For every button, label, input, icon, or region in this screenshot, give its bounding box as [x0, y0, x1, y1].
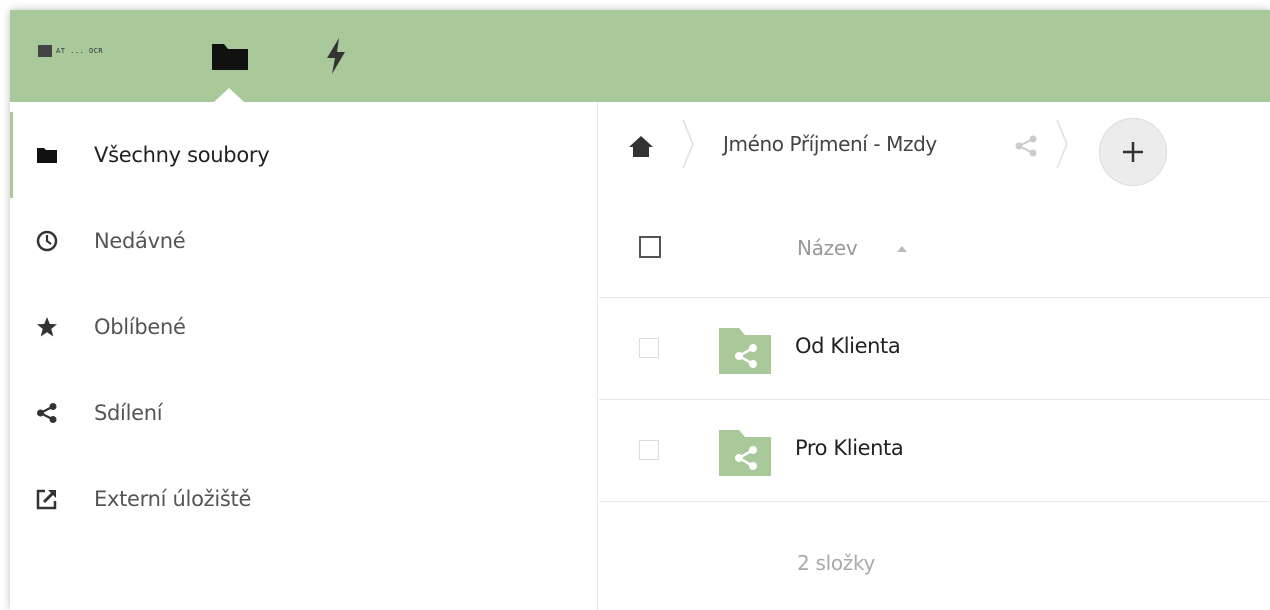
- row-checkbox[interactable]: [639, 440, 659, 460]
- table-row[interactable]: Od Klienta: [599, 298, 1270, 400]
- logo[interactable]: AT ... OCR: [38, 42, 140, 60]
- active-app-indicator: [214, 88, 244, 102]
- breadcrumb: Jméno Příjmení - Mzdy: [599, 102, 1270, 190]
- table-header: Název: [599, 200, 1270, 298]
- sidebar-item-favorites[interactable]: Oblíbené: [10, 284, 598, 370]
- breadcrumb-separator: [682, 119, 694, 169]
- breadcrumb-separator: [1056, 119, 1068, 169]
- folder-icon: [212, 44, 248, 70]
- activity-app-button[interactable]: [316, 36, 356, 76]
- sidebar-item-label: Nedávné: [94, 229, 186, 253]
- share-icon[interactable]: [1013, 134, 1041, 158]
- folder-icon: [36, 144, 58, 166]
- shared-folder-icon: [717, 426, 773, 478]
- folder-count-summary: 2 složky: [797, 551, 876, 575]
- sidebar-item-all-files[interactable]: Všechny soubory: [10, 112, 598, 198]
- column-header-name[interactable]: Název: [797, 236, 858, 260]
- files-app-window: AT ... OCR Všechny soubory Nedávné Oblíb…: [10, 10, 1270, 610]
- files-app-button[interactable]: [210, 36, 250, 76]
- clock-icon: [36, 230, 58, 252]
- plus-icon: [1123, 142, 1143, 162]
- sidebar: Všechny soubory Nedávné Oblíbené Sdílení…: [10, 102, 598, 610]
- sort-ascending-icon: [897, 246, 907, 252]
- file-name[interactable]: Pro Klienta: [795, 436, 904, 460]
- shared-folder-icon: [717, 324, 773, 376]
- home-icon[interactable]: [627, 134, 655, 158]
- file-list-area: Jméno Příjmení - Mzdy Název Od Klienta P…: [599, 102, 1270, 610]
- add-new-button[interactable]: [1099, 118, 1167, 186]
- sidebar-item-label: Externí úložiště: [94, 487, 252, 511]
- logo-text: AT ... OCR: [56, 46, 104, 55]
- file-name[interactable]: Od Klienta: [795, 334, 901, 358]
- sidebar-item-label: Oblíbené: [94, 315, 186, 339]
- sidebar-item-shares[interactable]: Sdílení: [10, 370, 598, 456]
- external-link-icon: [36, 488, 58, 510]
- select-all-checkbox[interactable]: [639, 236, 661, 258]
- share-icon: [36, 402, 58, 424]
- top-header: AT ... OCR: [10, 10, 1270, 102]
- breadcrumb-current-folder[interactable]: Jméno Příjmení - Mzdy: [723, 132, 937, 156]
- sidebar-item-label: Všechny soubory: [94, 143, 270, 167]
- logo-mark-icon: [38, 45, 52, 57]
- star-icon: [36, 316, 58, 338]
- row-checkbox[interactable]: [639, 338, 659, 358]
- table-row[interactable]: Pro Klienta: [599, 400, 1270, 502]
- lightning-icon: [327, 38, 345, 74]
- sidebar-item-recent[interactable]: Nedávné: [10, 198, 598, 284]
- sidebar-item-external-storage[interactable]: Externí úložiště: [10, 456, 598, 542]
- sidebar-item-label: Sdílení: [94, 401, 163, 425]
